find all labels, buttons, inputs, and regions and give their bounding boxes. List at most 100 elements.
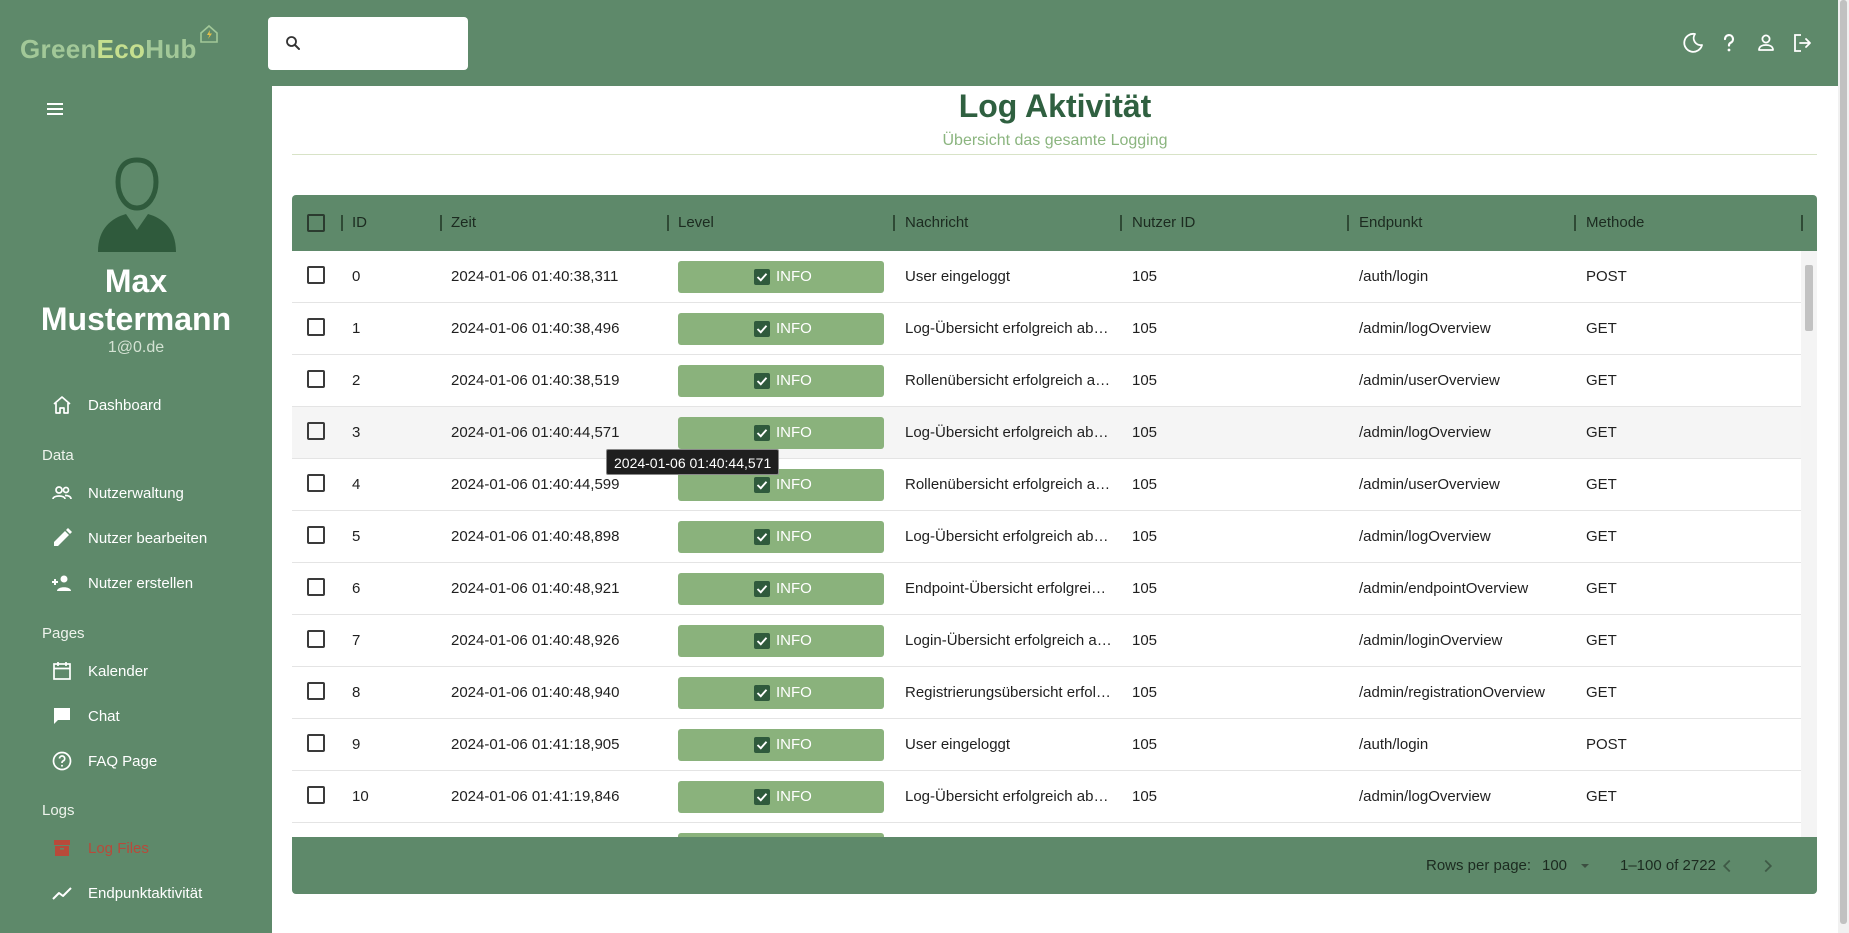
column-separator[interactable] bbox=[1120, 215, 1122, 231]
table-row[interactable]: 0 2024-01-06 01:40:38,311 INFO User eingelo… bbox=[292, 251, 1801, 303]
nav-item-dashboard[interactable]: Dashboard bbox=[30, 384, 260, 426]
cell-nachricht: Log-Übersicht erfolgreich abg… bbox=[905, 528, 1113, 545]
column-separator[interactable] bbox=[1574, 215, 1576, 231]
column-separator[interactable] bbox=[667, 215, 669, 231]
column-separator[interactable] bbox=[440, 215, 442, 231]
nav-item-endpunktaktivitaet[interactable]: Endpunktaktivität bbox=[30, 872, 260, 914]
table-scrollbar[interactable] bbox=[1801, 251, 1817, 837]
row-checkbox[interactable] bbox=[307, 318, 325, 336]
row-checkbox[interactable] bbox=[307, 734, 325, 752]
cell-endpunkt: /admin/logOverview bbox=[1359, 424, 1491, 441]
column-separator[interactable] bbox=[1801, 215, 1803, 231]
search-box[interactable] bbox=[268, 17, 468, 70]
check-box-icon bbox=[754, 425, 770, 441]
table-row[interactable]: 9 2024-01-06 01:41:18,905 INFO User eingelo… bbox=[292, 719, 1801, 771]
cell-methode bbox=[1586, 823, 1786, 837]
cell-zeit: 2024-01-06 01:40:48,898 bbox=[451, 528, 620, 545]
table-row[interactable]: 7 2024-01-06 01:40:48,926 INFO Login-Übersi… bbox=[292, 615, 1801, 667]
logout-icon[interactable] bbox=[1790, 31, 1814, 55]
search-input[interactable] bbox=[312, 27, 460, 60]
cell-methode: GET bbox=[1586, 788, 1617, 805]
chevron-down-icon bbox=[1581, 864, 1589, 868]
moon-icon[interactable] bbox=[1681, 31, 1705, 55]
nav-label: Nutzer bearbeiten bbox=[88, 530, 208, 547]
table-row[interactable] bbox=[292, 823, 1801, 837]
header-nachricht[interactable]: Nachricht bbox=[905, 195, 968, 251]
nav-label: Nutzerwaltung bbox=[88, 485, 184, 502]
window-scroll-thumb[interactable] bbox=[1840, 0, 1847, 924]
cell-endpunkt: /admin/endpointOverview bbox=[1359, 580, 1529, 597]
table-row[interactable]: 4 2024-01-06 01:40:44,599 INFO Rollenübersi… bbox=[292, 459, 1801, 511]
header-zeit[interactable]: Zeit bbox=[451, 195, 476, 251]
level-badge: INFO bbox=[678, 521, 884, 553]
cell-id: 1 bbox=[352, 320, 361, 337]
table-scroll-thumb[interactable] bbox=[1805, 265, 1813, 331]
table-footer: Rows per page: 100 1–100 of 2722 bbox=[292, 837, 1817, 894]
table-row[interactable]: 1 2024-01-06 01:40:38,496 INFO Log-Übersich… bbox=[292, 303, 1801, 355]
table-row[interactable]: 6 2024-01-06 01:40:48,921 INFO Endpoint-Übe… bbox=[292, 563, 1801, 615]
person-icon[interactable] bbox=[1754, 31, 1778, 55]
nav-item-nutzer-erstellen[interactable]: Nutzer erstellen bbox=[30, 562, 260, 604]
trending-icon bbox=[52, 887, 72, 900]
column-separator[interactable] bbox=[1347, 215, 1349, 231]
row-checkbox[interactable] bbox=[307, 266, 325, 284]
cell-nutzer-id: 105 bbox=[1132, 268, 1158, 285]
table-row[interactable]: 10 2024-01-06 01:41:19,846 INFO Log-Übersic… bbox=[292, 771, 1801, 823]
previous-page-icon[interactable] bbox=[1716, 855, 1738, 877]
help-circle-icon bbox=[52, 751, 72, 771]
cell-nutzer-id: 105 bbox=[1132, 736, 1158, 753]
nav-item-nutzerwaltung[interactable]: Nutzerwaltung bbox=[30, 472, 260, 514]
rows-per-page-select[interactable]: 100 bbox=[1542, 837, 1594, 894]
nav-item-kalender[interactable]: Kalender bbox=[30, 650, 260, 692]
window-scrollbar[interactable] bbox=[1838, 0, 1849, 933]
header-level[interactable]: Level bbox=[678, 195, 714, 251]
nav-item-log-files[interactable]: Log Files bbox=[30, 827, 260, 869]
level-badge: INFO bbox=[678, 417, 884, 449]
header-endpunkt[interactable]: Endpunkt bbox=[1359, 195, 1422, 251]
nav-item-faq[interactable]: FAQ Page bbox=[30, 740, 260, 782]
row-checkbox[interactable] bbox=[307, 422, 325, 440]
column-separator[interactable] bbox=[893, 215, 895, 231]
row-checkbox[interactable] bbox=[307, 370, 325, 388]
user-name: Max Mustermann bbox=[0, 262, 272, 338]
cell-id: 10 bbox=[352, 788, 369, 805]
home-icon bbox=[53, 396, 71, 414]
level-text: INFO bbox=[776, 476, 812, 493]
header-id[interactable]: ID bbox=[352, 195, 367, 251]
nav-item-chat[interactable]: Chat bbox=[30, 695, 260, 737]
row-checkbox[interactable] bbox=[307, 786, 325, 804]
cell-zeit: 2024-01-06 01:40:38,311 bbox=[451, 268, 619, 285]
menu-icon[interactable] bbox=[43, 97, 67, 121]
cell-nachricht: User eingeloggt bbox=[905, 736, 1011, 753]
header-nutzer-id[interactable]: Nutzer ID bbox=[1132, 195, 1195, 251]
row-checkbox[interactable] bbox=[307, 630, 325, 648]
people-icon bbox=[52, 486, 72, 500]
row-checkbox[interactable] bbox=[307, 526, 325, 544]
cell-nachricht: Endpoint-Übersicht erfolgreic… bbox=[905, 580, 1113, 597]
table-row[interactable]: 3 2024-01-06 01:40:44,571 INFO Log-Übersich… bbox=[292, 407, 1801, 459]
cell-endpunkt: /admin/registrationOverview bbox=[1359, 684, 1545, 701]
user-last-name: Mustermann bbox=[40, 301, 232, 337]
cell-id: 4 bbox=[352, 476, 361, 493]
table-row[interactable]: 5 2024-01-06 01:40:48,898 INFO Log-Übersich… bbox=[292, 511, 1801, 563]
cell-endpunkt: /admin/loginOverview bbox=[1359, 632, 1503, 649]
column-separator[interactable] bbox=[341, 215, 343, 231]
check-box-icon bbox=[754, 737, 770, 753]
nav-item-nutzer-bearbeiten[interactable]: Nutzer bearbeiten bbox=[30, 517, 260, 559]
header-methode[interactable]: Methode bbox=[1586, 195, 1644, 251]
row-checkbox[interactable] bbox=[307, 474, 325, 492]
cell-nutzer-id: 105 bbox=[1132, 580, 1158, 597]
cell-endpunkt: /admin/userOverview bbox=[1359, 476, 1500, 493]
help-icon[interactable] bbox=[1717, 31, 1741, 55]
table-row[interactable]: 8 2024-01-06 01:40:48,940 INFO Registrierun… bbox=[292, 667, 1801, 719]
select-all-checkbox[interactable] bbox=[307, 214, 325, 232]
cell-zeit: 2024-01-06 01:40:48,921 bbox=[451, 580, 620, 597]
app-logo[interactable]: GreenEcoHub bbox=[20, 34, 197, 65]
row-checkbox[interactable] bbox=[307, 682, 325, 700]
table-row[interactable]: 2 2024-01-06 01:40:38,519 INFO Rollenübersi… bbox=[292, 355, 1801, 407]
nav-label: FAQ Page bbox=[88, 753, 158, 770]
main-content: Log Aktivität Übersicht das gesamte Logg… bbox=[272, 86, 1838, 933]
next-page-icon[interactable] bbox=[1757, 855, 1779, 877]
cell-zeit: 2024-01-06 01:40:48,940 bbox=[451, 684, 620, 701]
row-checkbox[interactable] bbox=[307, 578, 325, 596]
